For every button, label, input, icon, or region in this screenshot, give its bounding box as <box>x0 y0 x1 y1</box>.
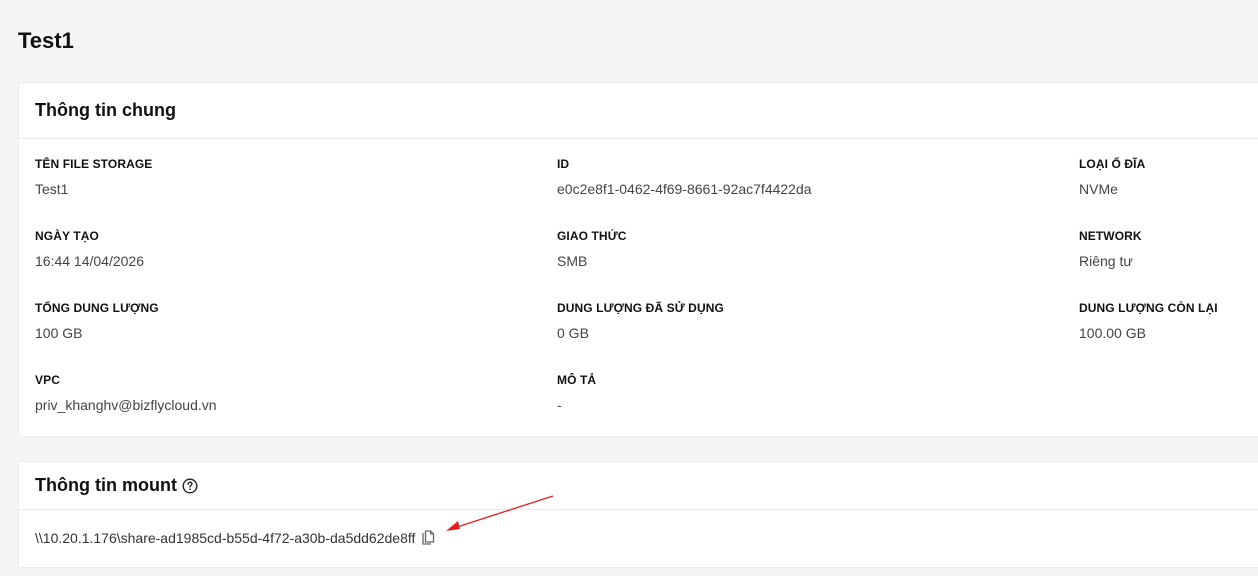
field-label: DUNG LƯỢNG CÒN LẠI <box>1079 301 1218 315</box>
page: Test1 Thông tin chung TÊN FILE STORAGE T… <box>0 0 1258 576</box>
field-label: NETWORK <box>1079 229 1142 243</box>
mount-path-row: \\10.20.1.176\share-ad1985cd-b55d-4f72-a… <box>35 530 435 546</box>
mount-info-title: Thông tin mount <box>35 475 177 495</box>
general-info-header: Thông tin chung <box>19 83 1258 139</box>
field-remaining-capacity: DUNG LƯỢNG CÒN LẠI 100.00 GB <box>1079 301 1218 341</box>
general-info-card: Thông tin chung TÊN FILE STORAGE Test1 I… <box>18 82 1258 437</box>
field-label: GIAO THỨC <box>557 229 627 243</box>
mount-info-header: Thông tin mount <box>19 462 1258 510</box>
field-label: ID <box>557 157 570 171</box>
field-description: MÔ TẢ - <box>557 373 596 413</box>
field-value: priv_khanghv@bizflycloud.vn <box>35 397 217 413</box>
field-label: TÊN FILE STORAGE <box>35 157 153 171</box>
field-label: NGÀY TẠO <box>35 229 99 243</box>
field-value: 0 GB <box>557 325 589 341</box>
page-title: Test1 <box>18 28 74 53</box>
field-id: ID e0c2e8f1-0462-4f69-8661-92ac7f4422da <box>557 157 812 197</box>
copy-icon[interactable] <box>421 530 435 546</box>
general-info-title: Thông tin chung <box>35 100 176 120</box>
field-value: SMB <box>557 253 588 269</box>
field-value: 16:44 14/04/2026 <box>35 253 144 269</box>
field-value: 100 GB <box>35 325 83 341</box>
field-value: - <box>557 397 562 413</box>
field-protocol: GIAO THỨC SMB <box>557 229 627 269</box>
field-created-date: NGÀY TẠO 16:44 14/04/2026 <box>35 229 144 269</box>
field-label: LOẠI Ổ ĐĨA <box>1079 157 1146 171</box>
field-label: TỔNG DUNG LƯỢNG <box>35 301 159 315</box>
field-disk-type: LOẠI Ổ ĐĨA NVMe <box>1079 157 1145 197</box>
field-network: NETWORK Riêng tư <box>1079 229 1142 269</box>
field-value: Test1 <box>35 181 69 197</box>
field-value: Riêng tư <box>1079 253 1133 269</box>
question-circle-icon[interactable] <box>182 477 198 494</box>
mount-path: \\10.20.1.176\share-ad1985cd-b55d-4f72-a… <box>35 530 416 546</box>
field-value: e0c2e8f1-0462-4f69-8661-92ac7f4422da <box>557 181 812 197</box>
field-value: 100.00 GB <box>1079 325 1146 341</box>
field-used-capacity: DUNG LƯỢNG ĐÃ SỬ DỤNG 0 GB <box>557 301 724 341</box>
field-total-capacity: TỔNG DUNG LƯỢNG 100 GB <box>35 301 159 341</box>
field-storage-name: TÊN FILE STORAGE Test1 <box>35 157 152 197</box>
field-vpc: VPC priv_khanghv@bizflycloud.vn <box>35 373 217 413</box>
field-label: DUNG LƯỢNG ĐÃ SỬ DỤNG <box>557 301 724 315</box>
field-label: VPC <box>35 373 60 387</box>
field-value: NVMe <box>1079 181 1118 197</box>
mount-info-card: Thông tin mount \\10.20.1.176\share-ad19… <box>18 461 1258 568</box>
field-label: MÔ TẢ <box>557 373 597 387</box>
